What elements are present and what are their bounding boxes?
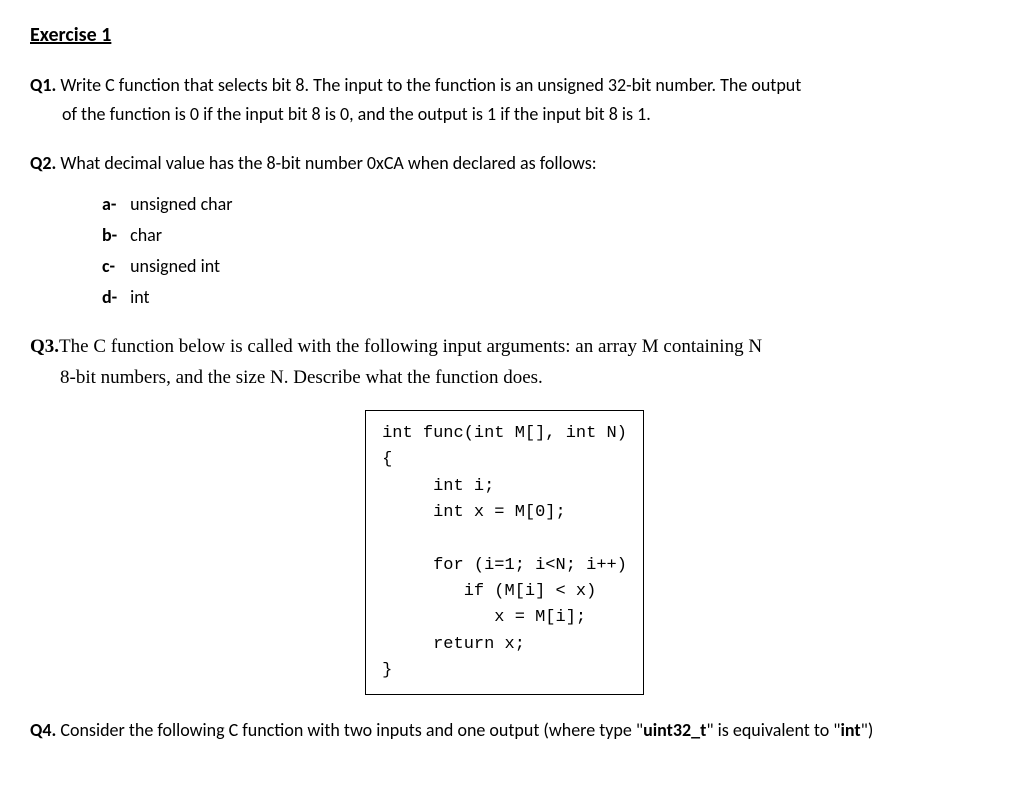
q4-text2: " is equivalent to " [706,719,840,741]
code-block-container: int func(int M[], int N) { int i; int x … [30,410,979,695]
q2-item-b-label: b- [102,222,126,249]
q2-item-d-text: int [130,286,149,308]
q2-item-d-label: d- [102,284,126,311]
q2-item-c-text: unsigned int [130,255,220,277]
q2-item-c-label: c- [102,253,126,280]
question-2: Q2. What decimal value has the 8-bit num… [30,150,979,311]
code-block: int func(int M[], int N) { int i; int x … [365,410,644,695]
q4-label: Q4. [30,719,56,741]
q4-text1: Consider the following C function with t… [56,719,643,741]
exercise-title: Exercise 1 [30,20,979,50]
q3-label: Q3. [30,336,59,357]
q3-line1: The C function below is called with the … [59,336,762,357]
q1-line2: of the function is 0 if the input bit 8 … [62,101,979,128]
q2-item-a-text: unsigned char [130,193,232,215]
q1-label: Q1. [30,74,56,96]
q2-item-c: c- unsigned int [102,253,979,280]
q4-bold2: int [840,719,860,741]
q1-line1: Write C function that selects bit 8. The… [60,74,801,96]
q2-item-b: b- char [102,222,979,249]
q3-line2: 8-bit numbers, and the size N. Describe … [60,364,979,393]
q4-bold1: uint32_t [643,719,706,741]
q2-label: Q2. [30,152,56,174]
q2-item-b-text: char [130,224,162,246]
q2-item-a-label: a- [102,191,126,218]
question-1: Q1. Write C function that selects bit 8.… [30,72,979,128]
question-4: Q4. Consider the following C function wi… [30,717,979,744]
q2-item-a: a- unsigned char [102,191,979,218]
q4-text3: ") [861,719,874,741]
q2-sublist: a- unsigned char b- char c- unsigned int… [102,191,979,311]
question-3: Q3.The C function below is called with t… [30,333,979,695]
q2-text: What decimal value has the 8-bit number … [60,152,596,174]
q2-item-d: d- int [102,284,979,311]
